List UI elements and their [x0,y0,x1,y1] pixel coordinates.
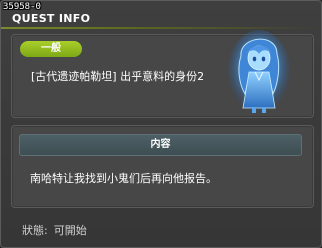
quest-status: 狀態: 可開始 [22,222,87,238]
status-label: 狀態: [22,224,48,237]
ghost-girl-npc-icon [228,30,290,114]
quest-name: [古代遗迹帕勒坦] 出乎意料的身份2 [31,70,205,83]
status-value: 可開始 [53,224,87,237]
quest-id-label: 35958-0 [3,2,41,12]
quest-category-badge: 一般 [20,41,82,57]
content-header: 内容 [19,134,302,156]
quest-info-window: 35958-0 QUEST INFO 一般 [古代遗迹帕勒坦] 出乎意料的身份2 [0,0,322,248]
content-text: 南哈特让我找到小鬼们后再向他报告。 [30,172,217,185]
window-title: QUEST INFO [12,12,91,25]
